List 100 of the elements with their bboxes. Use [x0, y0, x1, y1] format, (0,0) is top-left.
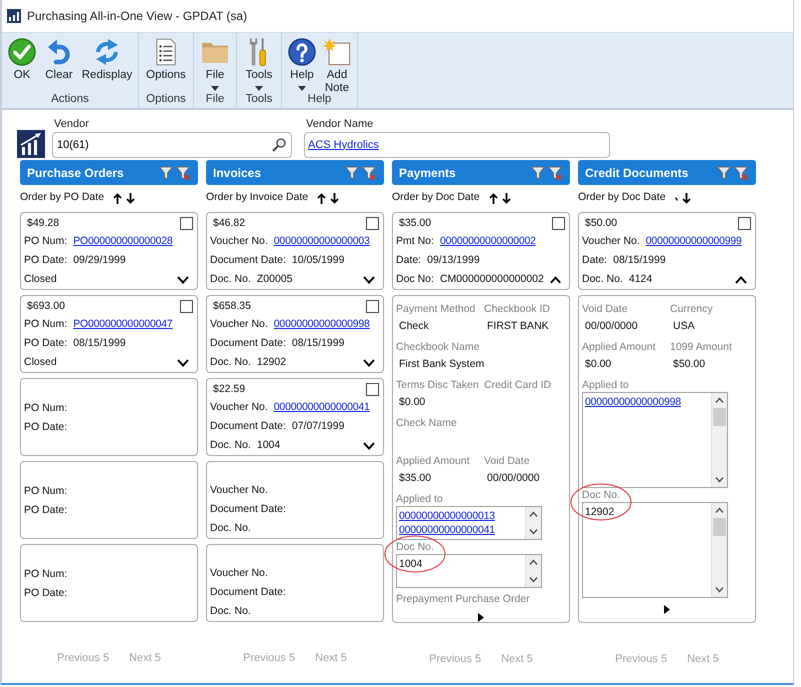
sort-up-icon[interactable]: [488, 192, 498, 204]
right-triangle-icon[interactable]: [478, 612, 484, 622]
folder-icon: [202, 40, 228, 62]
field-label: Vendor: [53, 117, 89, 132]
list-box[interactable]: 00000000000000998: [582, 392, 728, 488]
help-button[interactable]: Help: [286, 33, 318, 91]
scrollbar[interactable]: [525, 507, 541, 539]
sort-tick-icon[interactable]: [674, 196, 678, 200]
field-label: Doc. No.: [210, 438, 251, 453]
window-title: Purchasing All-in-One View - GPDAT (sa): [27, 8, 248, 25]
document-link[interactable]: 00000000000000999: [646, 234, 742, 250]
sort-down-icon[interactable]: [502, 192, 511, 204]
chevron-down-icon[interactable]: [363, 358, 375, 367]
scrollbar[interactable]: [711, 503, 727, 597]
scrollbar[interactable]: [711, 393, 727, 487]
chart-logo-icon: [17, 130, 45, 158]
clear-button[interactable]: Clear: [41, 33, 77, 82]
document-link[interactable]: PO000000000000028: [73, 234, 173, 250]
checkbox[interactable]: [366, 216, 379, 230]
checkbox[interactable]: [180, 300, 193, 313]
field-label: Void Date: [484, 454, 530, 468]
field-value: USA: [672, 319, 695, 334]
column-title: Credit Documents: [585, 164, 688, 182]
chevron-down-icon[interactable]: [177, 358, 189, 367]
vendor-name-field[interactable]: ACS Hydrolics: [304, 132, 610, 158]
order-by-label[interactable]: Order by Invoice Date: [206, 190, 308, 206]
field-label: Applied to: [396, 492, 443, 506]
field-value: $35.00: [398, 471, 432, 486]
list-box[interactable]: 1004: [396, 554, 542, 588]
order-by-label[interactable]: Order by Doc Date: [392, 190, 480, 206]
sort-up-icon[interactable]: [317, 192, 326, 204]
checkbox[interactable]: [180, 216, 193, 230]
sort-down-icon[interactable]: [126, 192, 136, 204]
clear-filter-icon[interactable]: [176, 166, 190, 180]
field-label: Document Date:: [210, 585, 286, 600]
document-link[interactable]: 00000000000000002: [440, 234, 536, 250]
right-triangle-icon[interactable]: [664, 604, 670, 614]
clear-filter-icon[interactable]: [734, 166, 748, 180]
order-by-label[interactable]: Order by Doc Date: [578, 190, 666, 206]
scroll-thumb[interactable]: [713, 518, 726, 536]
field-label: Doc No:: [396, 272, 434, 287]
document-link[interactable]: 00000000000000998: [274, 317, 370, 333]
column-title: Payments: [399, 164, 456, 182]
document-link[interactable]: 00000000000000998: [585, 395, 681, 409]
order-by-label[interactable]: Order by PO Date: [20, 190, 104, 206]
chevron-up-icon[interactable]: [550, 276, 561, 284]
document-link[interactable]: 00000000000000013: [399, 509, 495, 523]
filter-icon[interactable]: [531, 166, 545, 180]
clear-filter-icon[interactable]: [548, 166, 562, 180]
field-value: 08/15/1999: [73, 336, 126, 351]
redisplay-button[interactable]: Redisplay: [80, 33, 134, 82]
field-label: Document Date:: [210, 502, 286, 517]
field-label: PO Date:: [24, 586, 68, 601]
field-label: Doc. No.: [210, 520, 251, 536]
checkbox[interactable]: [738, 216, 751, 230]
field-label: Document Date:: [210, 336, 286, 351]
sort-up-icon[interactable]: [113, 192, 122, 204]
field-value: 00/00/0000: [584, 319, 638, 334]
scroll-thumb[interactable]: [713, 408, 726, 426]
field-label: PO Num:: [24, 317, 68, 332]
add-note-button[interactable]: Add Note: [321, 33, 353, 95]
help-icon: [288, 38, 316, 66]
field-label: PO Num:: [24, 234, 68, 250]
field-label: Doc No.: [396, 540, 434, 554]
document-link[interactable]: 00000000000000041: [274, 400, 370, 416]
list-box[interactable]: 12902: [582, 502, 728, 598]
chevron-down-icon[interactable]: [177, 276, 189, 284]
field-value: First Bank System: [398, 357, 484, 372]
filter-icon[interactable]: [717, 166, 731, 180]
list-item[interactable]: 12902: [585, 505, 614, 519]
note-sparkle-icon: [323, 38, 351, 66]
field-value: 10/05/1999: [292, 253, 344, 268]
checkbox[interactable]: [366, 300, 379, 313]
file-button[interactable]: File: [198, 33, 232, 91]
chevron-down-icon[interactable]: [363, 276, 375, 284]
field-label: Doc. No.: [210, 272, 251, 287]
tools-button[interactable]: Tools: [241, 33, 277, 91]
search-icon[interactable]: [272, 138, 286, 152]
field-label: Checkbook Name: [396, 340, 480, 354]
field-label: PO Num:: [24, 566, 68, 582]
chevron-up-icon[interactable]: [735, 276, 747, 284]
field-label: Voucher No.: [210, 234, 268, 250]
filter-icon[interactable]: [345, 166, 359, 180]
document-link[interactable]: PO000000000000047: [73, 317, 173, 333]
scrollbar[interactable]: [525, 555, 541, 587]
document-link[interactable]: 00000000000000041: [399, 523, 495, 537]
document-link[interactable]: 00000000000000003: [274, 234, 370, 250]
vendor-field[interactable]: 10(61): [52, 132, 292, 158]
list-item[interactable]: 1004: [399, 557, 422, 571]
ok-button[interactable]: OK: [6, 33, 38, 82]
list-box[interactable]: 00000000000000013 00000000000000041: [396, 506, 542, 540]
filter-icon[interactable]: [159, 166, 173, 180]
sort-down-icon[interactable]: [682, 192, 691, 204]
checkbox[interactable]: [552, 216, 565, 230]
vendor-name-link[interactable]: ACS Hydrolics: [308, 136, 379, 154]
chevron-down-icon[interactable]: [363, 442, 375, 450]
options-button[interactable]: Options: [143, 33, 189, 82]
checkbox[interactable]: [366, 382, 379, 396]
clear-filter-icon[interactable]: [362, 166, 376, 180]
sort-down-icon[interactable]: [330, 192, 340, 204]
